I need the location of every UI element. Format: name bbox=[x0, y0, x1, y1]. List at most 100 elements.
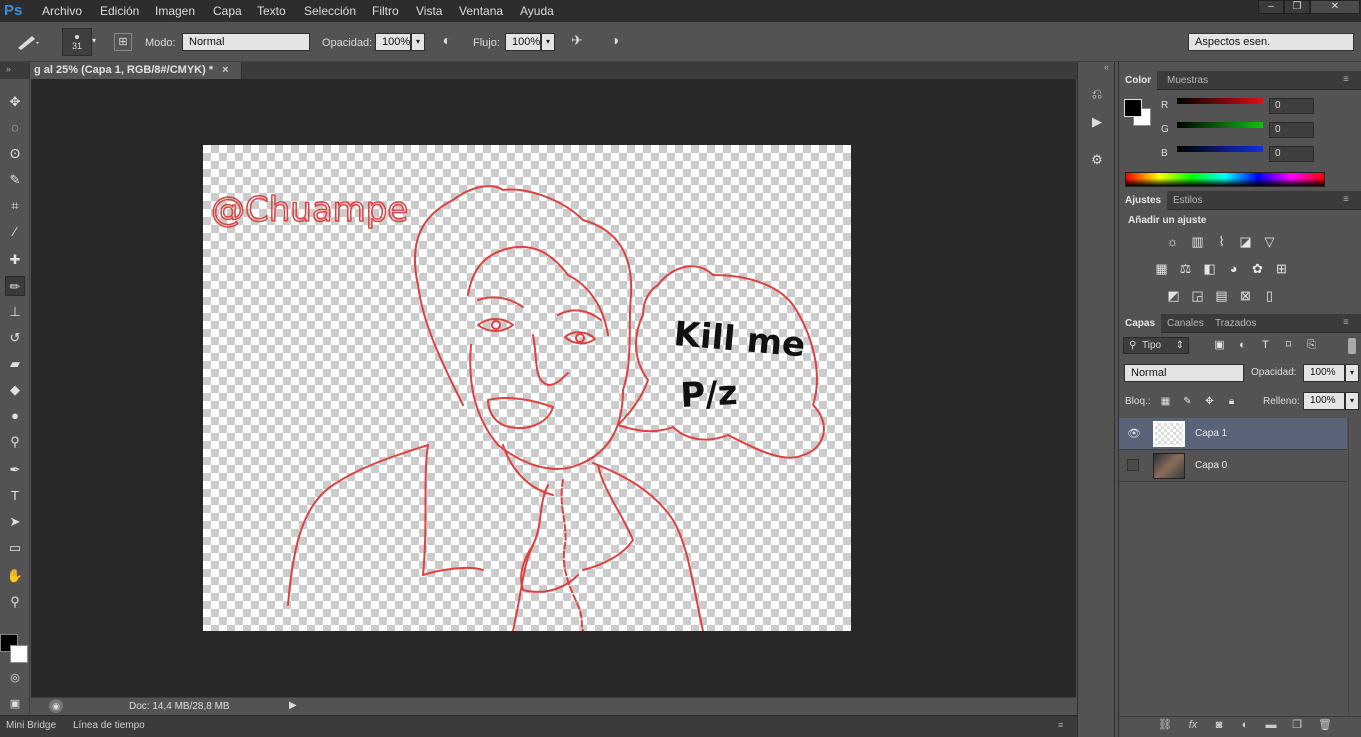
hue-saturation-icon[interactable]: ▦ bbox=[1153, 261, 1170, 276]
lock-position-icon[interactable]: ✥ bbox=[1201, 394, 1218, 409]
color-spectrum-bar[interactable] bbox=[1125, 172, 1325, 187]
screen-mode-icon[interactable]: ▣ bbox=[5, 694, 25, 714]
threshold-icon[interactable]: ▤ bbox=[1213, 288, 1230, 303]
black-white-icon[interactable]: ◧ bbox=[1201, 261, 1218, 276]
pressure-size-icon[interactable]: ◑ bbox=[605, 32, 625, 52]
menu-archivo[interactable]: Archivo bbox=[42, 4, 82, 18]
tab-adjustments[interactable]: Ajustes bbox=[1119, 191, 1168, 210]
g-value-input[interactable]: 0 bbox=[1269, 122, 1314, 138]
eraser-tool-icon[interactable]: ▰ bbox=[5, 354, 25, 374]
brush-panel-icon[interactable]: ⊞ bbox=[114, 33, 132, 51]
menu-texto[interactable]: Texto bbox=[257, 4, 286, 18]
layer-name[interactable]: Capa 1 bbox=[1195, 428, 1227, 439]
channel-mixer-icon[interactable]: ✿ bbox=[1249, 261, 1266, 276]
fill-dropdown[interactable]: ▾ bbox=[1345, 392, 1359, 410]
menu-edicion[interactable]: Edición bbox=[100, 4, 139, 18]
new-adjustment-icon[interactable]: ◐ bbox=[1237, 717, 1253, 733]
opacity-dropdown[interactable]: ▾ bbox=[411, 33, 425, 51]
menu-vista[interactable]: Vista bbox=[416, 4, 442, 18]
rectangle-tool-icon[interactable]: ▭ bbox=[5, 538, 25, 558]
tab-mini-bridge[interactable]: Mini Bridge bbox=[6, 720, 56, 731]
tab-swatches[interactable]: Muestras bbox=[1161, 71, 1214, 90]
quick-select-tool-icon[interactable]: ✎ bbox=[5, 170, 25, 190]
fill-input[interactable]: 100% bbox=[1303, 392, 1345, 410]
lock-all-icon[interactable]: 🔒︎ bbox=[1223, 394, 1240, 409]
close-tab-icon[interactable]: × bbox=[222, 64, 228, 76]
menu-ayuda[interactable]: Ayuda bbox=[520, 4, 554, 18]
panel-menu-icon[interactable]: ≡ bbox=[1343, 194, 1349, 205]
quick-mask-icon[interactable]: ◎ bbox=[5, 668, 25, 688]
g-slider[interactable] bbox=[1177, 122, 1263, 128]
lock-transparency-icon[interactable]: ▦ bbox=[1157, 394, 1174, 409]
color-balance-icon[interactable]: ⚖ bbox=[1177, 261, 1194, 276]
add-mask-icon[interactable]: ◙ bbox=[1211, 717, 1227, 733]
document-tab[interactable]: g al 25% (Capa 1, RGB/8#/CMYK) * × bbox=[30, 62, 242, 79]
mode-select[interactable]: Normal bbox=[182, 33, 310, 51]
history-brush-tool-icon[interactable]: ↺ bbox=[5, 328, 25, 348]
opacity-input[interactable]: 100% bbox=[375, 33, 411, 51]
hand-tool-icon[interactable]: ✋ bbox=[5, 566, 25, 586]
new-group-icon[interactable]: ▬ bbox=[1263, 717, 1279, 733]
eye-icon[interactable]: 👁︎ bbox=[1127, 427, 1141, 440]
zoom-tool-icon[interactable]: ⚲ bbox=[5, 592, 25, 612]
play-arrow-icon[interactable]: ▶ bbox=[289, 700, 297, 711]
expand-icon[interactable]: « bbox=[1104, 62, 1109, 72]
menu-ventana[interactable]: Ventana bbox=[459, 4, 503, 18]
tab-timeline[interactable]: Línea de tiempo bbox=[73, 720, 145, 731]
eyedropper-tool-icon[interactable]: ⁄ bbox=[5, 222, 25, 242]
actions-panel-icon[interactable]: ▶ bbox=[1088, 114, 1106, 132]
layer-style-icon[interactable]: fx bbox=[1185, 717, 1201, 733]
document-canvas[interactable]: @Chuampe Kill me P/z bbox=[203, 145, 851, 631]
menu-imagen[interactable]: Imagen bbox=[155, 4, 195, 18]
close-window-button[interactable]: ✕ bbox=[1310, 0, 1360, 14]
link-layers-icon[interactable]: ⛓︎ bbox=[1157, 717, 1173, 733]
tab-layers[interactable]: Capas bbox=[1119, 314, 1162, 333]
layer-row-capa-0[interactable]: Capa 0 bbox=[1119, 450, 1347, 482]
layer-row-capa-1[interactable]: 👁︎ Capa 1 bbox=[1119, 418, 1347, 450]
filter-shape-icon[interactable]: ⌑ bbox=[1280, 338, 1297, 353]
color-lookup-icon[interactable]: ⊞ bbox=[1273, 261, 1290, 276]
restore-button[interactable]: ❐ bbox=[1284, 0, 1310, 14]
marquee-tool-icon[interactable]: ◌ bbox=[5, 118, 25, 138]
b-value-input[interactable]: 0 bbox=[1269, 146, 1314, 162]
dodge-tool-icon[interactable]: ⚲ bbox=[5, 432, 25, 452]
curves-icon[interactable]: ⌇ bbox=[1213, 234, 1230, 249]
panel-menu-icon[interactable]: ≡ bbox=[1343, 317, 1349, 328]
filter-adjustment-icon[interactable]: ◐ bbox=[1234, 338, 1251, 353]
panel-menu-icon[interactable]: ≡ bbox=[1343, 74, 1349, 85]
minimize-button[interactable]: – bbox=[1258, 0, 1284, 14]
properties-panel-icon[interactable]: ⚙ bbox=[1088, 152, 1106, 170]
delete-layer-icon[interactable]: 🗑︎ bbox=[1317, 717, 1333, 733]
layer-opacity-input[interactable]: 100% bbox=[1303, 364, 1345, 382]
tab-paths[interactable]: Trazados bbox=[1209, 314, 1262, 333]
r-value-input[interactable]: 0 bbox=[1269, 98, 1314, 114]
brush-tool-preset-icon[interactable] bbox=[14, 32, 42, 52]
b-slider[interactable] bbox=[1177, 146, 1263, 152]
lock-paint-icon[interactable]: ✎ bbox=[1179, 394, 1196, 409]
chevron-down-icon[interactable]: ▾ bbox=[92, 36, 96, 45]
crop-tool-icon[interactable]: ⌗ bbox=[5, 196, 25, 216]
filter-toggle[interactable] bbox=[1348, 338, 1356, 354]
vibrance-icon[interactable]: ▽ bbox=[1261, 234, 1278, 249]
exposure-icon[interactable]: ◪ bbox=[1237, 234, 1254, 249]
visibility-toggle[interactable] bbox=[1127, 459, 1139, 471]
r-slider[interactable] bbox=[1177, 98, 1263, 104]
brush-tool-icon[interactable]: ✏ bbox=[5, 276, 25, 296]
levels-icon[interactable]: ▥ bbox=[1189, 234, 1206, 249]
healing-brush-tool-icon[interactable]: ✚ bbox=[5, 250, 25, 270]
brightness-icon[interactable]: ☼ bbox=[1164, 234, 1181, 249]
layers-scrollbar[interactable] bbox=[1348, 418, 1360, 718]
tab-channels[interactable]: Canales bbox=[1161, 314, 1210, 333]
workspace-select[interactable]: Aspectos esen. bbox=[1188, 33, 1354, 51]
move-tool-icon[interactable]: ✥ bbox=[5, 92, 25, 112]
menu-capa[interactable]: Capa bbox=[213, 4, 242, 18]
path-select-tool-icon[interactable]: ➤ bbox=[5, 512, 25, 532]
flow-input[interactable]: 100% bbox=[505, 33, 541, 51]
pen-tool-icon[interactable]: ✒ bbox=[5, 460, 25, 480]
background-color-swatch[interactable] bbox=[10, 645, 28, 663]
collapse-icon[interactable]: » bbox=[6, 64, 11, 74]
filter-type-icon[interactable]: T bbox=[1257, 338, 1274, 353]
new-layer-icon[interactable]: ❐ bbox=[1289, 717, 1305, 733]
selective-color-icon[interactable]: ⊠ bbox=[1237, 288, 1254, 303]
layer-opacity-dropdown[interactable]: ▾ bbox=[1345, 364, 1359, 382]
